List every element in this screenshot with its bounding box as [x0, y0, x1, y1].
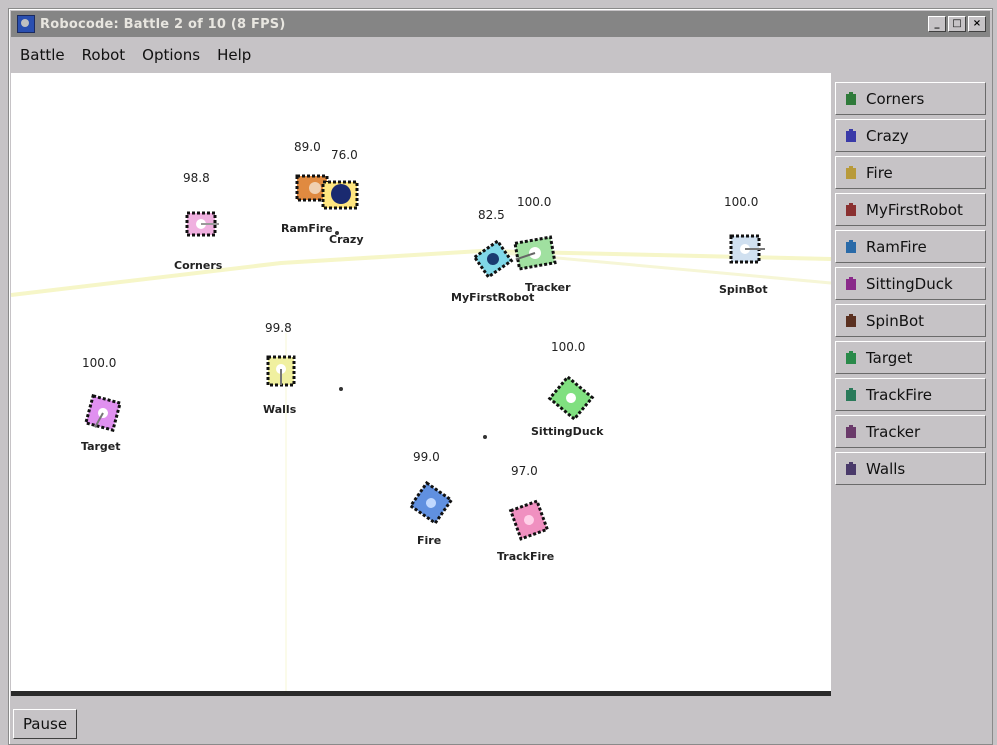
robot-tank-fire [408, 480, 454, 526]
bullet [339, 387, 343, 391]
robot-button-label: Target [866, 348, 913, 367]
robot-tank-trackfire [508, 499, 550, 541]
robot-energy-spinbot: 100.0 [724, 195, 759, 209]
close-button[interactable]: × [968, 16, 986, 32]
robot-button-label: Corners [866, 89, 925, 108]
robot-button-walls[interactable]: Walls [835, 452, 986, 485]
robot-tank-spinbot [729, 234, 765, 264]
title-bar: Robocode: Battle 2 of 10 (8 FPS) _ □ × [11, 11, 990, 37]
robot-energy-sittingduck: 100.0 [551, 340, 586, 354]
robot-label-spinbot: SpinBot [719, 283, 768, 296]
robot-button-label: Walls [866, 459, 906, 478]
maximize-button[interactable]: □ [948, 16, 966, 32]
robot-label-crazy: Crazy [329, 233, 364, 246]
robot-energy-trackfire: 97.0 [511, 464, 538, 478]
robocode-window: Robocode: Battle 2 of 10 (8 FPS) _ □ × B… [8, 8, 993, 745]
robot-energy-target: 100.0 [82, 356, 117, 370]
robot-tank-tracker [513, 235, 557, 271]
tank-icon [846, 128, 856, 142]
tank-icon [846, 165, 856, 179]
robot-button-sittingduck[interactable]: SittingDuck [835, 267, 986, 300]
bullet [483, 435, 487, 439]
robot-button-fire[interactable]: Fire [835, 156, 986, 189]
robot-label-target: Target [81, 440, 121, 453]
menu-options[interactable]: Options [133, 46, 208, 64]
control-bar: Pause [11, 699, 990, 741]
tank-icon [846, 276, 856, 290]
tank-icon [846, 350, 856, 364]
robot-tank-walls [266, 355, 296, 387]
robot-button-myfirstrobot[interactable]: MyFirstRobot [835, 193, 986, 226]
robot-button-crazy[interactable]: Crazy [835, 119, 986, 152]
robot-tank-corners [185, 211, 219, 237]
menu-robot[interactable]: Robot [73, 46, 134, 64]
robot-button-list: Corners Crazy Fire MyFirstRobot RamFire … [835, 82, 986, 489]
tank-icon [846, 202, 856, 216]
robot-tank-target [84, 394, 122, 432]
tank-icon [846, 91, 856, 105]
robot-button-corners[interactable]: Corners [835, 82, 986, 115]
robot-label-myfirstrobot: MyFirstRobot [451, 291, 535, 304]
robot-button-target[interactable]: Target [835, 341, 986, 374]
tank-icon [846, 387, 856, 401]
robot-button-label: Crazy [866, 126, 909, 145]
robot-button-tracker[interactable]: Tracker [835, 415, 986, 448]
window-controls: _ □ × [928, 16, 986, 32]
tank-icon [846, 424, 856, 438]
arena-graphics [11, 174, 831, 691]
menu-battle[interactable]: Battle [11, 46, 73, 64]
robot-button-label: RamFire [866, 237, 927, 256]
menu-help[interactable]: Help [208, 46, 259, 64]
robot-button-trackfire[interactable]: TrackFire [835, 378, 986, 411]
menu-bar: Battle Robot Options Help [11, 39, 990, 71]
robot-label-walls: Walls [263, 403, 297, 416]
window-title: Robocode: Battle 2 of 10 (8 FPS) [40, 16, 286, 32]
robot-label-fire: Fire [417, 534, 442, 547]
robot-energy-tracker: 100.0 [517, 195, 552, 209]
robot-energy-ramfire: 89.0 [294, 140, 321, 154]
tank-icon [846, 461, 856, 475]
robot-button-label: SittingDuck [866, 274, 953, 293]
robot-energy-myfirstrobot: 82.5 [478, 208, 505, 222]
robot-label-sittingduck: SittingDuck [531, 425, 604, 438]
tank-icon [846, 313, 856, 327]
robocode-app-icon[interactable] [17, 15, 35, 33]
robot-label-ramfire: RamFire [281, 222, 333, 235]
robot-label-trackfire: TrackFire [497, 550, 555, 563]
pause-button[interactable]: Pause [13, 709, 77, 739]
arena-bottom-border [11, 691, 831, 696]
robot-tank-crazy [321, 180, 359, 210]
robot-energy-corners: 98.8 [183, 171, 210, 185]
robot-energy-fire: 99.0 [413, 450, 440, 464]
robot-button-label: TrackFire [866, 385, 933, 404]
robot-button-ramfire[interactable]: RamFire [835, 230, 986, 263]
robot-button-spinbot[interactable]: SpinBot [835, 304, 986, 337]
robot-tank-sittingduck [547, 374, 595, 422]
robot-label-corners: Corners [174, 259, 223, 272]
minimize-button[interactable]: _ [928, 16, 946, 32]
battle-arena[interactable]: 98.8 Corners 89.0 RamFire 76.0 Crazy 100… [11, 73, 831, 691]
robot-energy-walls: 99.8 [265, 321, 292, 335]
robot-button-label: Fire [866, 163, 893, 182]
robot-energy-crazy: 76.0 [331, 148, 358, 162]
robot-tank-myfirstrobot [472, 239, 514, 279]
robot-button-label: Tracker [866, 422, 921, 441]
robot-button-label: SpinBot [866, 311, 925, 330]
tank-icon [846, 239, 856, 253]
robot-button-label: MyFirstRobot [866, 200, 963, 219]
